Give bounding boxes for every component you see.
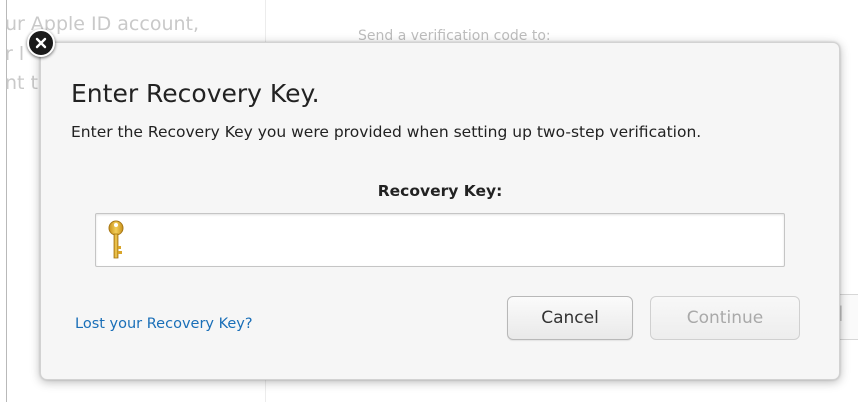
background-text-fragment: nt t: [5, 72, 38, 94]
recovery-key-label: Recovery Key:: [377, 182, 503, 200]
dialog-title: Enter Recovery Key.: [71, 79, 320, 108]
close-icon: [35, 37, 47, 49]
page-root: ur Apple ID account, r l nt t Send a ver…: [0, 0, 858, 402]
background-text-fragment: r l: [5, 43, 25, 65]
dialog-description: Enter the Recovery Key you were provided…: [71, 123, 702, 141]
lost-recovery-key-link[interactable]: Lost your Recovery Key?: [75, 316, 253, 332]
recovery-key-dialog: Enter Recovery Key. Enter the Recovery K…: [40, 42, 840, 380]
recovery-key-field[interactable]: [95, 213, 785, 268]
continue-button[interactable]: Continue: [650, 296, 800, 340]
close-button[interactable]: [27, 29, 55, 57]
key-icon: [108, 219, 124, 265]
recovery-key-input[interactable]: [138, 214, 782, 268]
cancel-button[interactable]: Cancel: [507, 296, 633, 340]
